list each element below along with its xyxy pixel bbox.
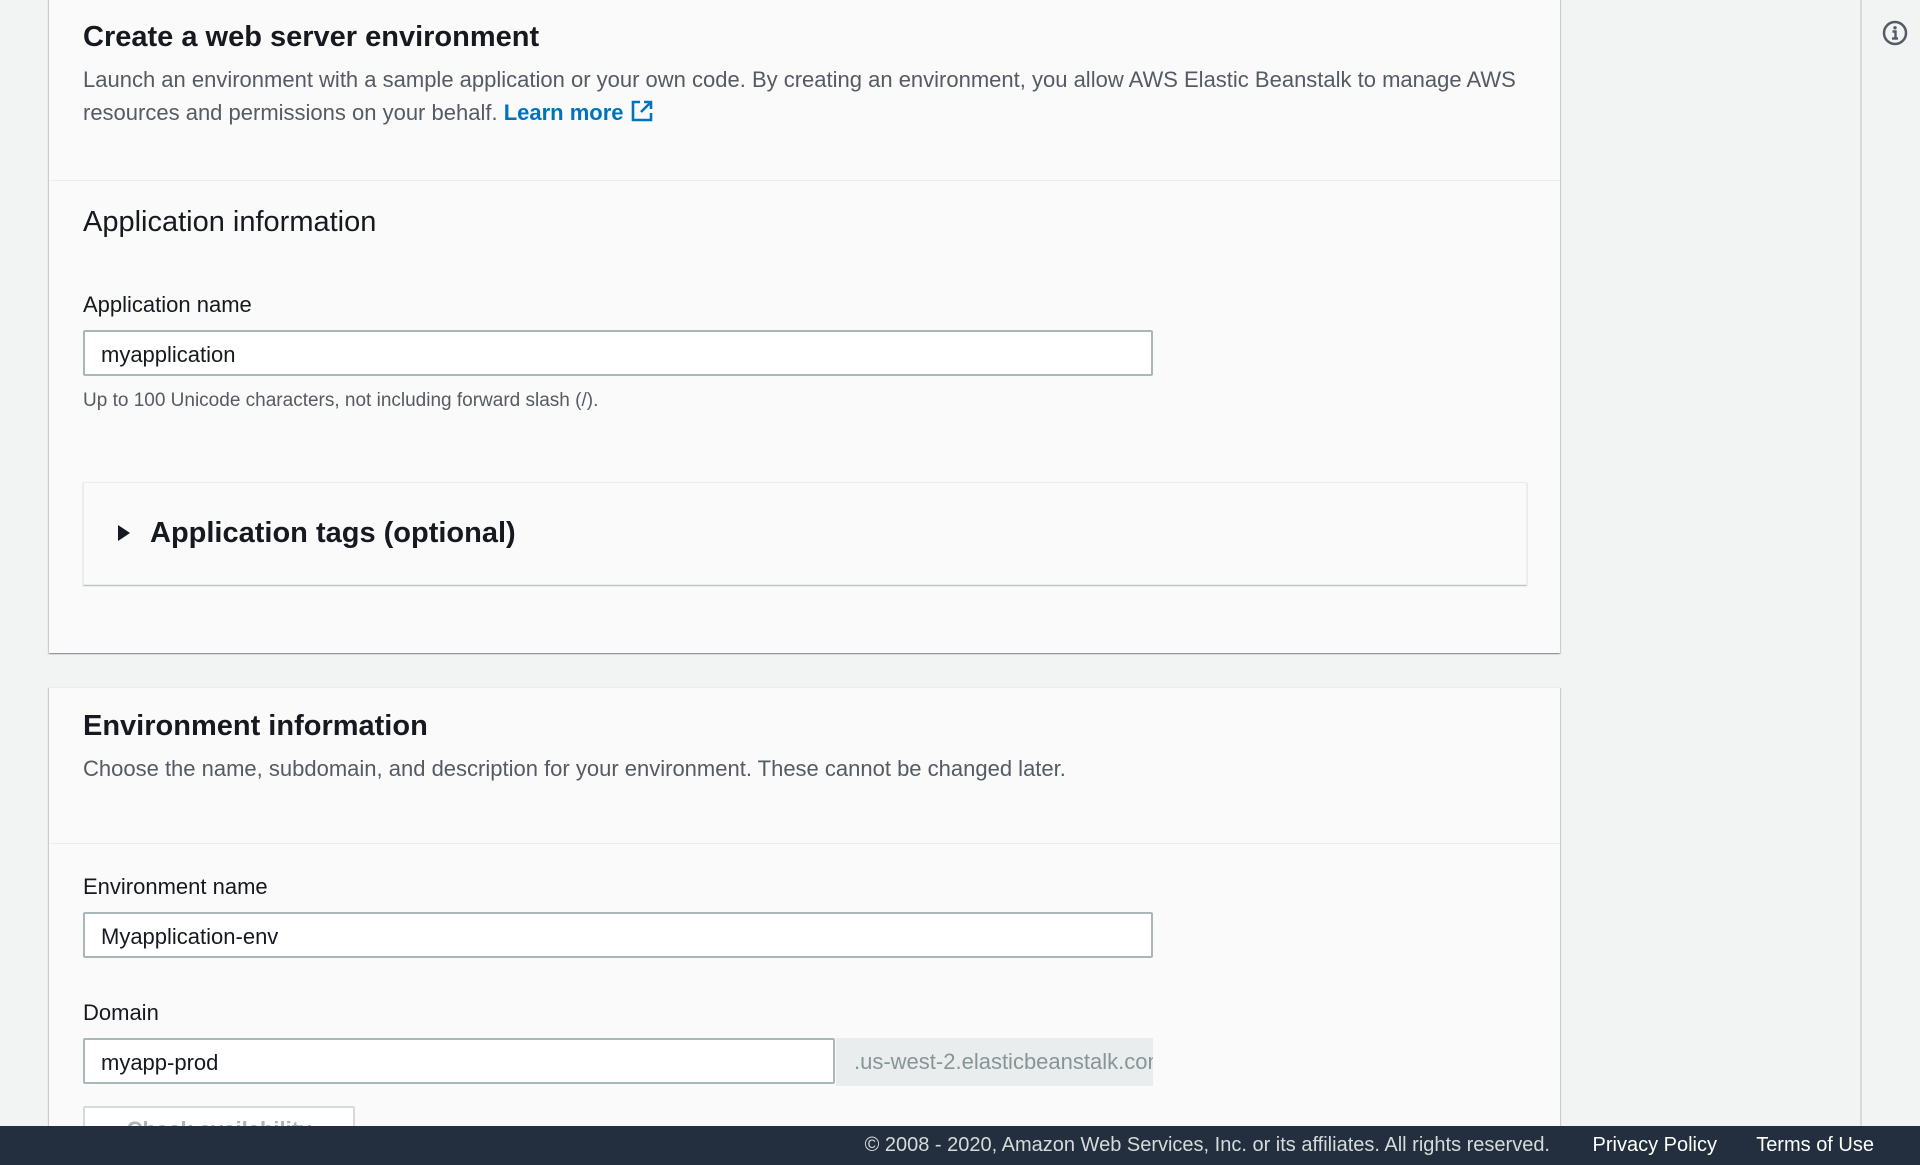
domain-suffix: .us-west-2.elasticbeanstalk.com xyxy=(836,1038,1153,1086)
environment-information-description: Choose the name, subdomain, and descript… xyxy=(83,756,1066,781)
application-tags-label: Application tags (optional) xyxy=(150,517,516,549)
application-name-value: myapplication xyxy=(101,342,236,367)
info-icon[interactable] xyxy=(1882,20,1908,46)
footer: © 2008 - 2020, Amazon Web Services, Inc.… xyxy=(0,1126,1920,1165)
page-title: Create a web server environment xyxy=(83,21,540,53)
main-content: Create a web server environment Launch a… xyxy=(0,0,1860,1126)
domain-label: Domain xyxy=(83,1000,159,1025)
external-link-icon xyxy=(631,100,652,122)
caret-right-icon xyxy=(118,525,130,541)
header-divider xyxy=(49,180,1560,181)
environment-information-card: Environment information Choose the name,… xyxy=(49,687,1560,1126)
domain-input[interactable]: myapp-prod xyxy=(83,1038,835,1084)
create-environment-card: Create a web server environment Launch a… xyxy=(49,0,1560,653)
description-text: Launch an environment with a sample appl… xyxy=(83,67,1516,125)
environment-information-header: Environment information Choose the name,… xyxy=(49,688,1560,785)
terms-of-use-link[interactable]: Terms of Use xyxy=(1756,1126,1874,1165)
learn-more-link[interactable]: Learn more xyxy=(504,100,654,125)
application-name-hint: Up to 100 Unicode characters, not includ… xyxy=(83,390,599,411)
create-environment-header: Create a web server environment Launch a… xyxy=(49,0,1560,129)
check-availability-button[interactable]: Check availability xyxy=(83,1106,355,1126)
environment-header-divider xyxy=(49,843,1560,844)
footer-copyright: © 2008 - 2020, Amazon Web Services, Inc.… xyxy=(864,1134,1550,1156)
domain-value: myapp-prod xyxy=(101,1050,219,1075)
application-tags-expander[interactable]: Application tags (optional) xyxy=(83,482,1527,585)
application-name-input[interactable]: myapplication xyxy=(83,330,1153,376)
application-information-title: Application information xyxy=(83,206,377,238)
right-rail xyxy=(1860,0,1920,1126)
create-environment-description: Launch an environment with a sample appl… xyxy=(83,63,1523,129)
environment-name-label: Environment name xyxy=(83,874,268,899)
environment-name-input[interactable]: Myapplication-env xyxy=(83,912,1153,958)
page: Create a web server environment Launch a… xyxy=(0,0,1920,1165)
environment-name-value: Myapplication-env xyxy=(101,924,279,949)
application-name-label: Application name xyxy=(83,292,252,317)
environment-information-title: Environment information xyxy=(83,710,428,742)
privacy-policy-link[interactable]: Privacy Policy xyxy=(1593,1126,1717,1165)
learn-more-label: Learn more xyxy=(503,100,624,125)
